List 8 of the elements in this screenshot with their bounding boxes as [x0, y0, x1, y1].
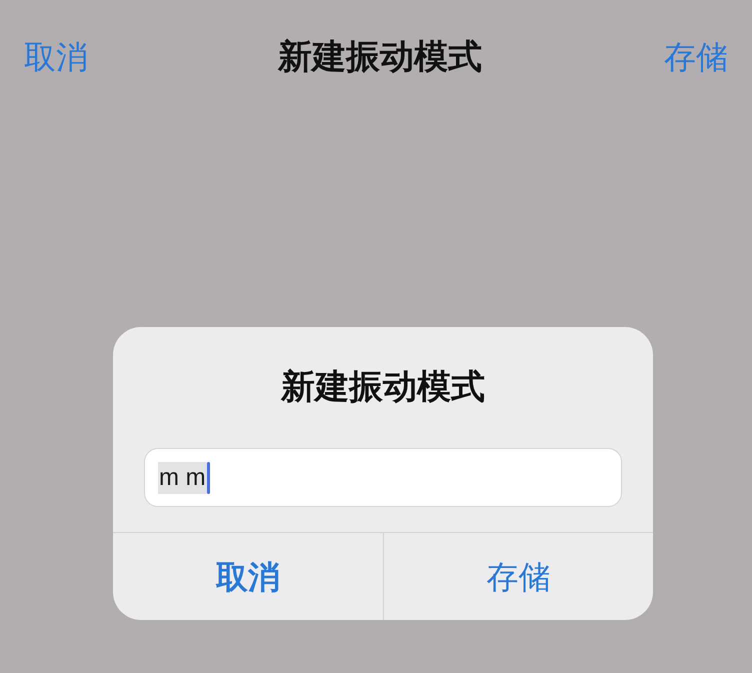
text-field[interactable]: m m [144, 448, 622, 507]
page-title: 新建振动模式 [278, 37, 482, 77]
cancel-button[interactable]: 取消 [24, 37, 88, 77]
save-button[interactable]: 存储 [383, 533, 653, 620]
dialog-title: 新建振动模式 [281, 367, 485, 407]
cancel-button[interactable]: 取消 [113, 533, 383, 620]
save-button[interactable]: 存储 [664, 37, 728, 77]
field-value: m m [158, 462, 207, 494]
